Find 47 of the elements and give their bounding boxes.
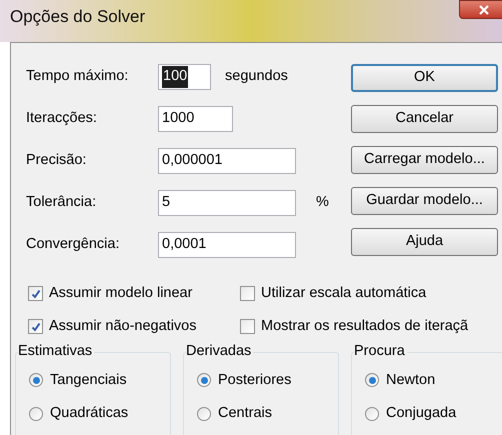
radio-label: Conjugada [386, 404, 456, 424]
field-value: 5 [162, 193, 170, 212]
radio-button[interactable] [197, 407, 211, 422]
checkbox[interactable] [28, 286, 43, 302]
checkbox[interactable] [240, 286, 255, 302]
dialog-button[interactable]: OK [351, 64, 498, 92]
checkbox-label: Utilizar escala automática [261, 284, 426, 303]
checkmark-icon [30, 322, 40, 332]
radio-button[interactable] [29, 373, 43, 388]
field-value: 0,000001 [162, 151, 222, 170]
radio-label: Centrais [218, 404, 272, 424]
radio-label: Newton [386, 370, 436, 390]
field-label: Precisão: [26, 151, 88, 170]
input-field[interactable]: 1000 [158, 106, 233, 132]
radio-button[interactable] [29, 407, 43, 422]
input-field[interactable]: 0,0001 [158, 232, 296, 258]
close-button[interactable] [459, 0, 502, 19]
field-value: 0,0001 [162, 235, 206, 254]
field-label: Tolerância: [26, 193, 98, 212]
dialog-button[interactable]: Cancelar [351, 105, 498, 133]
field-label: Iteracções: [26, 109, 98, 128]
radio-label: Posteriores [218, 370, 292, 390]
dialog-button[interactable]: Ajuda [351, 228, 498, 256]
checkbox[interactable] [240, 319, 255, 334]
input-field[interactable]: 0,000001 [158, 148, 296, 174]
unit-label: % [316, 193, 329, 212]
window-title: Opções do Solver [10, 6, 146, 28]
dialog-button[interactable]: Guardar modelo... [351, 187, 498, 215]
close-icon [479, 4, 489, 14]
radio-button[interactable] [197, 373, 211, 388]
dialog-button[interactable]: Carregar modelo... [351, 146, 498, 174]
field-label: Tempo máximo: [26, 67, 130, 86]
radio-button[interactable] [365, 373, 379, 388]
checkmark-icon [30, 288, 40, 299]
input-field[interactable]: 100 [158, 64, 211, 90]
unit-label: segundos [225, 67, 288, 86]
field-value: 1000 [162, 109, 194, 128]
checkbox-label: Mostrar os resultados de iteraçã [261, 316, 468, 336]
checkbox-label: Assumir não-negativos [49, 316, 196, 336]
field-value: 100 [162, 66, 188, 88]
radio-button[interactable] [365, 407, 379, 422]
input-field[interactable]: 5 [158, 190, 296, 216]
field-label: Convergência: [26, 235, 120, 254]
checkbox-label: Assumir modelo linear [49, 284, 192, 303]
checkbox[interactable] [28, 319, 43, 334]
radio-label: Tangenciais [50, 370, 127, 390]
radio-label: Quadráticas [50, 404, 128, 424]
